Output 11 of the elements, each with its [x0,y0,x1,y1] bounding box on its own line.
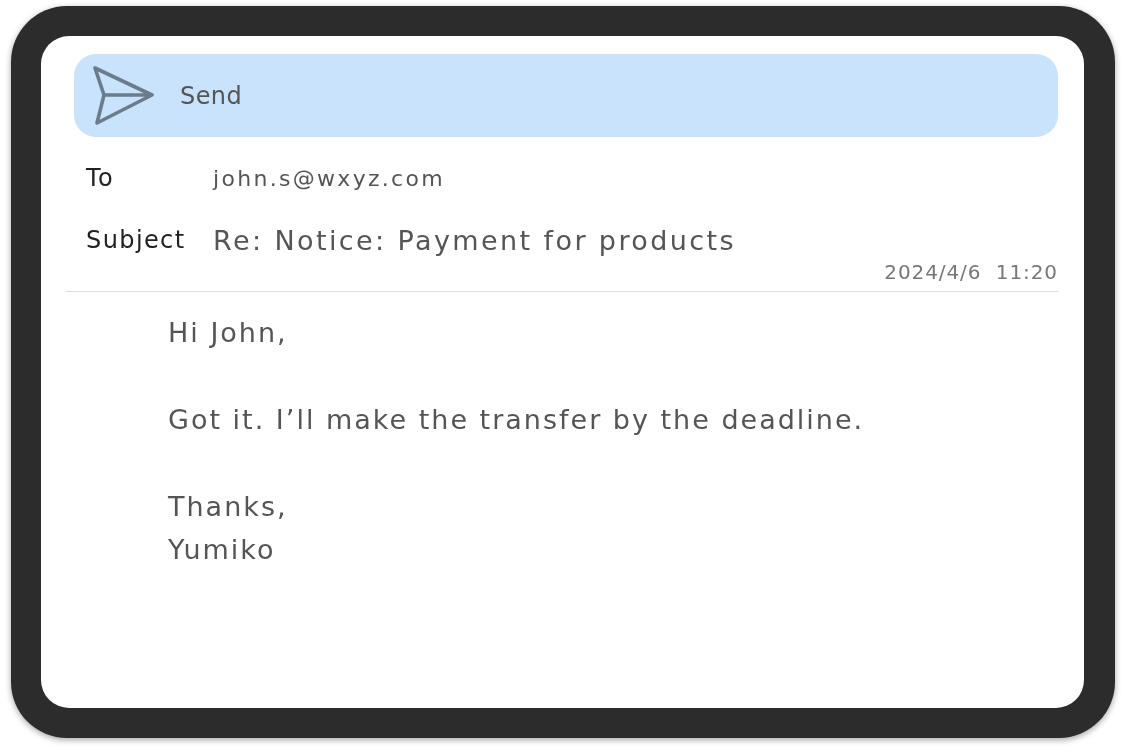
message-text: Hi John, [168,316,288,350]
field-label: Subject [86,226,187,254]
paper-plane-icon [92,65,154,126]
message-text: Yumiko [168,533,276,567]
timestamp: 2024/4/6 11:20 [884,260,1058,284]
message-text: Got it. I’ll make the transfer by the deadline. [168,403,865,437]
recipient-field[interactable]: john.s@wxyz.com [213,165,445,191]
send-button[interactable]: Send [74,54,1058,137]
message-text: Thanks, [168,490,288,524]
subject-field[interactable]: Re: Notice: Payment for products [213,224,736,256]
field-label: To [86,164,116,192]
